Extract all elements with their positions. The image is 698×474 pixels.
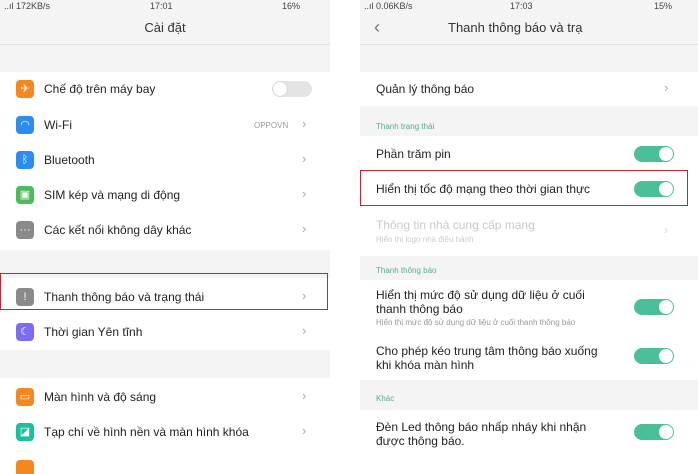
clock: 17:01 (150, 1, 173, 11)
bluetooth-icon: ᛒ (16, 151, 34, 169)
data-usage-toggle[interactable] (634, 299, 674, 315)
airplane-mode-toggle[interactable] (272, 81, 312, 97)
wifi-network-name: OPPOVN (254, 121, 289, 130)
chevron-right-icon: › (302, 323, 307, 338)
status-bar: ..ıl 172KB/s 17:01 16% (0, 0, 330, 12)
list-item-display-brightness[interactable]: ▭ Màn hình và độ sáng › (0, 380, 330, 414)
section-header: Khác (376, 394, 395, 403)
back-arrow-icon[interactable]: ‹ (374, 17, 380, 38)
list-item-bluetooth[interactable]: ᛒ Bluetooth › (0, 143, 330, 177)
item-label: Đèn Led thông báo nhấp nháy khi nhận (376, 420, 587, 434)
page-title: Cài đặt (144, 20, 186, 35)
title-bar: ‹ Thanh thông báo và trạ (360, 12, 698, 42)
network-speed: ..ıl 0.06KB/s (364, 1, 413, 11)
item-label: Thời gian Yên tĩnh (44, 325, 143, 339)
battery-level: 15% (653, 1, 672, 11)
network-speed: ..ıl 172KB/s (4, 1, 51, 11)
more-connections-icon: ··· (16, 221, 34, 239)
chevron-right-icon: › (302, 186, 307, 201)
list-item-wifi[interactable]: ◠ Wi-Fi OPPOVN › (0, 108, 330, 142)
settings-screen: ..ıl 172KB/s 17:01 16% Cài đặt ✈ Chế độ … (0, 0, 330, 474)
clock: 17:03 (510, 1, 533, 11)
page-title: Thanh thông báo và trạ (448, 20, 583, 35)
battery-percent-toggle[interactable] (634, 146, 674, 162)
item-label-line2: thanh thông báo (376, 302, 463, 316)
item-label-line2: khi khóa màn hình (376, 358, 475, 372)
item-label: Quản lý thông báo (376, 82, 475, 96)
item-sublabel: Hiển thị mức độ sử dụng dữ liệu ở cuối t… (376, 318, 576, 327)
list-item-battery-percent[interactable]: Phần trăm pin (360, 138, 698, 170)
section-header: Thanh trạng thái (376, 122, 435, 131)
moon-icon: ☾ (16, 323, 34, 341)
item-label: Thông tin nhà cung cấp mạng (376, 218, 535, 232)
wifi-icon: ◠ (16, 116, 34, 134)
chevron-right-icon: › (302, 116, 307, 131)
divider (0, 44, 330, 45)
list-item-wallpaper[interactable]: ◪ Tạp chí về hình nền và màn hình khóa › (0, 415, 330, 449)
item-label: Phần trăm pin (376, 147, 451, 161)
list-item-airplane-mode[interactable]: ✈ Chế độ trên máy bay (0, 72, 330, 106)
item-label: SIM kép và mạng di động (44, 188, 181, 202)
notification-settings-screen: ..ıl 0.06KB/s 17:03 15% ‹ Thanh thông bá… (360, 0, 698, 474)
battery-level: 16% (281, 1, 300, 11)
title-bar: Cài đặt (0, 12, 330, 42)
airplane-icon: ✈ (16, 80, 34, 98)
list-item-sim[interactable]: ▣ SIM kép và mạng di động › (0, 178, 330, 212)
item-label: Hiển thị mức độ sử dụng dữ liệu ở cuối (376, 288, 585, 302)
item-label: Wi-Fi (44, 118, 72, 132)
sim-icon: ▣ (16, 186, 34, 204)
chevron-right-icon: › (664, 222, 669, 237)
item-label-line2: được thông báo. (376, 434, 465, 448)
chevron-right-icon: › (664, 80, 669, 95)
highlight-box (0, 273, 328, 310)
wallpaper-icon: ◪ (16, 423, 34, 441)
item-label: Cho phép kéo trung tâm thông báo xuống (376, 344, 598, 358)
led-notification-toggle[interactable] (634, 424, 674, 440)
list-item-quiet-time[interactable]: ☾ Thời gian Yên tĩnh › (0, 315, 330, 349)
item-sublabel: Hiển thị logo nhà điều hành (376, 235, 474, 244)
chevron-right-icon: › (302, 388, 307, 403)
divider (360, 44, 698, 45)
status-bar: ..ıl 0.06KB/s 17:03 15% (360, 0, 698, 12)
list-item-pull-down-locked[interactable]: Cho phép kéo trung tâm thông báo xuống k… (360, 338, 698, 378)
list-item-data-usage[interactable]: Hiển thị mức độ sử dụng dữ liệu ở cuối t… (360, 282, 698, 334)
list-item-other-connections[interactable]: ··· Các kết nối không dây khác › (0, 213, 330, 247)
highlight-box (360, 170, 688, 206)
item-label: Chế độ trên máy bay (44, 82, 156, 96)
list-item-manage-notifications[interactable]: Quản lý thông báo › (360, 72, 698, 106)
list-item-carrier-info: Thông tin nhà cung cấp mạng Hiển thị log… (360, 210, 698, 252)
pull-down-locked-toggle[interactable] (634, 348, 674, 364)
section-header: Thanh thông báo (376, 266, 437, 275)
item-label: Màn hình và độ sáng (44, 390, 157, 404)
chevron-right-icon: › (302, 423, 307, 438)
chevron-right-icon: › (302, 151, 307, 166)
item-label: Bluetooth (44, 153, 95, 167)
list-item-led-notification[interactable]: Đèn Led thông báo nhấp nháy khi nhận đượ… (360, 414, 698, 454)
item-label: Tạp chí về hình nền và màn hình khóa (44, 425, 249, 439)
chevron-right-icon: › (302, 221, 307, 236)
display-icon: ▭ (16, 388, 34, 406)
item-label: Các kết nối không dây khác (44, 223, 192, 237)
partial-item-icon (16, 460, 34, 474)
